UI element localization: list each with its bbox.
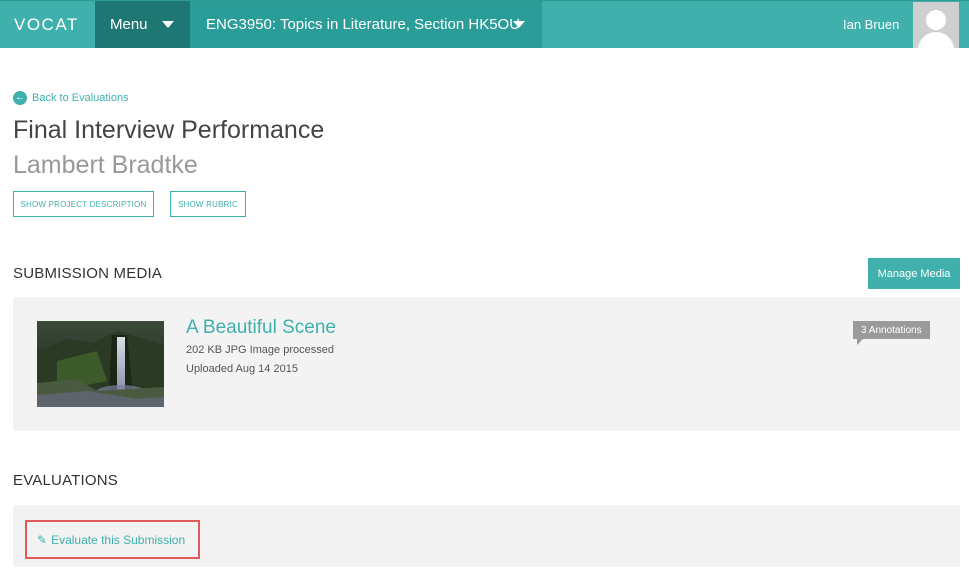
menu-dropdown-button[interactable]: Menu bbox=[95, 1, 190, 48]
media-upload-date: Uploaded Aug 14 2015 bbox=[186, 363, 298, 375]
avatar-body bbox=[918, 32, 954, 48]
arrow-left-circle-icon: ← bbox=[13, 91, 27, 105]
avatar-head bbox=[926, 10, 946, 30]
caret-down-icon bbox=[513, 21, 525, 28]
evaluations-heading: EVALUATIONS bbox=[13, 472, 119, 489]
back-link-label: Back to Evaluations bbox=[32, 92, 129, 104]
app-logo[interactable]: VOCAT bbox=[14, 15, 79, 35]
student-name: Lambert Bradtke bbox=[13, 151, 198, 179]
media-panel: A Beautiful Scene 202 KB JPG Image proce… bbox=[13, 297, 960, 431]
show-project-description-button[interactable]: SHOW PROJECT DESCRIPTION bbox=[13, 191, 154, 217]
back-to-evaluations-link[interactable]: ← Back to Evaluations bbox=[13, 91, 129, 105]
badge-tail bbox=[857, 339, 863, 345]
course-label: ENG3950: Topics in Literature, Section H… bbox=[206, 16, 521, 33]
caret-down-icon bbox=[162, 21, 174, 28]
media-thumbnail[interactable] bbox=[37, 321, 164, 407]
annotations-badge[interactable]: 3 Annotations bbox=[853, 321, 930, 345]
waterfall-image bbox=[37, 321, 164, 407]
evaluate-submission-button[interactable]: ✎ Evaluate this Submission bbox=[25, 520, 200, 559]
manage-media-button[interactable]: Manage Media bbox=[868, 258, 960, 289]
user-name[interactable]: Ian Bruen bbox=[843, 17, 899, 32]
user-avatar-icon[interactable] bbox=[913, 2, 959, 48]
media-file-info: 202 KB JPG Image processed bbox=[186, 344, 334, 356]
page-title: Final Interview Performance bbox=[13, 116, 325, 144]
evaluations-panel: ✎ Evaluate this Submission bbox=[13, 505, 960, 567]
submission-media-heading: SUBMISSION MEDIA bbox=[13, 265, 163, 282]
media-title-link[interactable]: A Beautiful Scene bbox=[186, 317, 336, 339]
annotations-count: 3 Annotations bbox=[861, 324, 922, 336]
menu-label: Menu bbox=[110, 16, 148, 33]
show-rubric-button[interactable]: SHOW RUBRIC bbox=[170, 191, 246, 217]
evaluate-label: Evaluate this Submission bbox=[51, 532, 186, 547]
pencil-icon: ✎ bbox=[37, 532, 48, 547]
top-navigation-bar: VOCAT Menu ENG3950: Topics in Literature… bbox=[0, 0, 969, 48]
course-dropdown-button[interactable]: ENG3950: Topics in Literature, Section H… bbox=[190, 1, 542, 48]
